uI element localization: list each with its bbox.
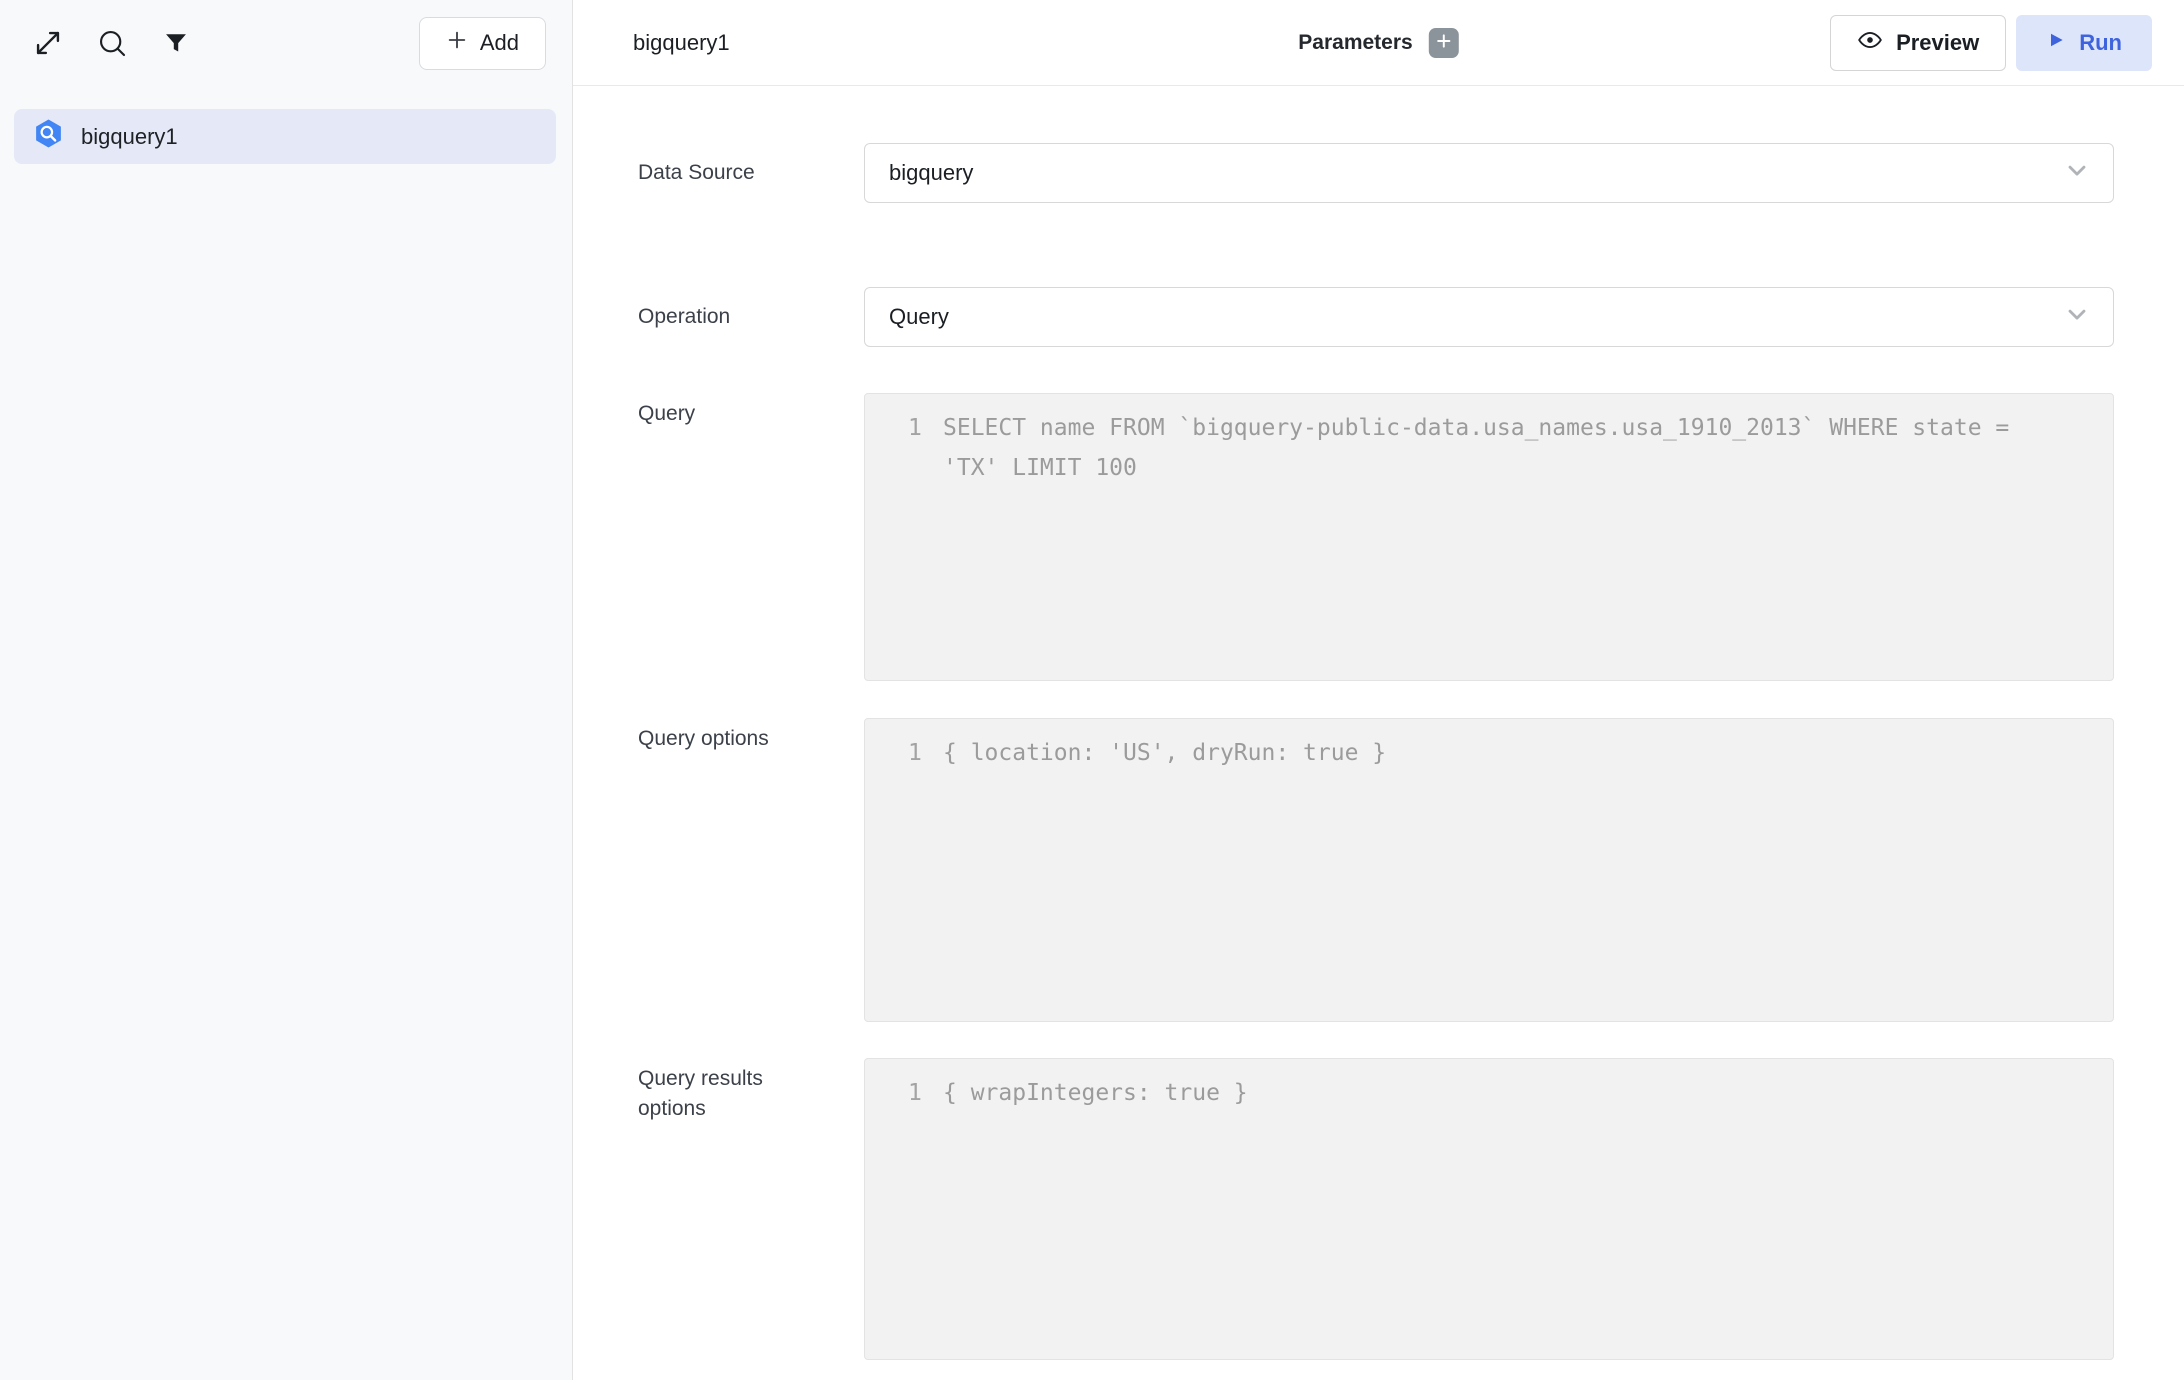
preview-button-label: Preview — [1896, 30, 1979, 56]
query-list: bigquery1 — [0, 86, 572, 164]
search-button[interactable] — [92, 23, 132, 63]
operation-label: Operation — [638, 305, 864, 329]
add-button-label: Add — [480, 30, 519, 56]
data-source-label: Data Source — [638, 161, 864, 185]
query-code-editor[interactable]: 1 SELECT name FROM `bigquery-public-data… — [864, 393, 2114, 681]
app-window: Add bigquery1 bigquery1 Parameters — [0, 0, 2184, 1380]
query-form: Data Source bigquery Operation — [573, 86, 2184, 1380]
plus-icon — [446, 29, 468, 57]
page-title: bigquery1 — [633, 30, 730, 56]
add-query-button[interactable]: Add — [419, 17, 546, 70]
query-options-code-editor[interactable]: 1 { location: 'US', dryRun: true } — [864, 718, 2114, 1022]
query-sidebar: Add bigquery1 — [0, 0, 573, 1380]
chevron-down-icon — [2063, 156, 2091, 190]
eye-icon — [1857, 27, 1883, 59]
collapse-icon — [31, 26, 65, 60]
data-source-row: Data Source bigquery — [573, 143, 2184, 203]
query-results-options-row: Query results options 1 { wrapIntegers: … — [573, 1058, 2184, 1360]
operation-row: Operation Query — [573, 287, 2184, 347]
list-item-bigquery1[interactable]: bigquery1 — [14, 109, 556, 164]
line-number: 1 — [865, 1073, 943, 1113]
query-label: Query — [638, 393, 864, 681]
data-source-select[interactable]: bigquery — [864, 143, 2114, 203]
query-options-placeholder: { location: 'US', dryRun: true } — [943, 733, 2113, 773]
parameters-label: Parameters — [1298, 31, 1412, 55]
query-results-options-placeholder: { wrapIntegers: true } — [943, 1073, 2113, 1113]
sidebar-toolbar: Add — [0, 0, 572, 86]
preview-button[interactable]: Preview — [1830, 15, 2006, 71]
line-number: 1 — [865, 408, 943, 448]
filter-icon — [162, 29, 190, 57]
bigquery-icon — [32, 117, 65, 156]
query-options-row: Query options 1 { location: 'US', dryRun… — [573, 718, 2184, 1022]
query-results-options-code-editor[interactable]: 1 { wrapIntegers: true } — [864, 1058, 2114, 1360]
collapse-sidebar-button[interactable] — [28, 23, 68, 63]
line-number: 1 — [865, 733, 943, 773]
search-icon — [96, 27, 128, 59]
query-editor-panel: bigquery1 Parameters — [573, 0, 2184, 1380]
operation-value: Query — [889, 304, 949, 330]
query-placeholder: SELECT name FROM `bigquery-public-data.u… — [943, 408, 2113, 488]
query-results-options-label: Query results options — [638, 1058, 864, 1360]
play-icon — [2046, 30, 2066, 56]
chevron-down-icon — [2063, 300, 2091, 334]
parameters-group: Parameters — [1298, 28, 1458, 58]
query-row: Query 1 SELECT name FROM `bigquery-publi… — [573, 393, 2184, 681]
list-item-label: bigquery1 — [81, 124, 178, 150]
data-source-value: bigquery — [889, 160, 973, 186]
query-options-label: Query options — [638, 718, 864, 1022]
filter-button[interactable] — [156, 23, 196, 63]
operation-select[interactable]: Query — [864, 287, 2114, 347]
query-editor-header: bigquery1 Parameters — [573, 0, 2184, 86]
header-actions: Preview Run — [1830, 15, 2152, 71]
add-parameter-button[interactable] — [1429, 28, 1459, 58]
run-button[interactable]: Run — [2016, 15, 2152, 71]
run-button-label: Run — [2079, 30, 2122, 56]
plus-icon — [1435, 32, 1453, 53]
